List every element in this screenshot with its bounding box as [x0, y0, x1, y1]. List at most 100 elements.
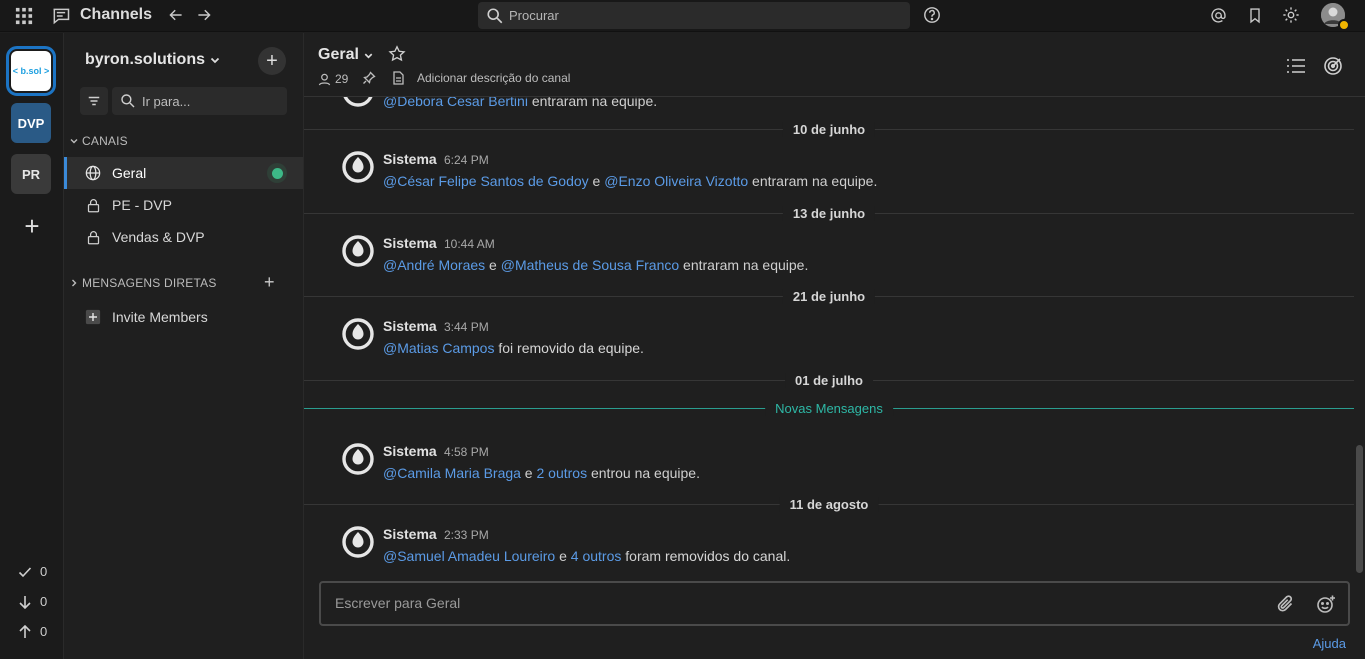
- post-author[interactable]: Sistema: [383, 318, 437, 334]
- feed-scrollbar[interactable]: [1356, 445, 1363, 573]
- post-time[interactable]: 3:44 PM: [444, 320, 489, 334]
- user-avatar[interactable]: [1321, 3, 1350, 31]
- team-name-menu[interactable]: byron.solutions: [85, 51, 221, 69]
- post[interactable]: Sistema 6:24 PM @César Felipe Santos de …: [342, 151, 1292, 211]
- chevron-right-icon: [72, 279, 77, 287]
- add-channel-button[interactable]: +: [258, 47, 286, 75]
- message-text: removidos do canal: [664, 548, 787, 564]
- emoji-icon[interactable]: [1316, 594, 1336, 614]
- search-input[interactable]: Procurar: [478, 2, 910, 29]
- filter-icon: [88, 96, 100, 106]
- date-separator: 11 de agosto: [304, 497, 1354, 512]
- post[interactable]: Sistema 2:33 PM @Samuel Amadeu Loureiro …: [342, 526, 1292, 577]
- favorite-star-icon[interactable]: [388, 45, 406, 63]
- user-mention[interactable]: @André Moraes: [383, 257, 485, 273]
- new-messages-separator: Novas Mensagens: [304, 401, 1354, 416]
- post-time[interactable]: 10:44 AM: [444, 237, 495, 251]
- direct-messages-section-header[interactable]: MENSAGENS DIRETAS: [70, 276, 217, 290]
- team-dvp[interactable]: DVP: [11, 103, 51, 143]
- settings-gear-icon[interactable]: [1281, 5, 1301, 25]
- focus-target-icon[interactable]: [1323, 56, 1343, 76]
- message-text: e: [588, 173, 605, 189]
- product-menu-grid-icon[interactable]: [14, 6, 34, 26]
- add-description-link[interactable]: Adicionar descrição do canal: [392, 71, 570, 85]
- invite-members-label: Invite Members: [112, 309, 208, 325]
- find-channel-input[interactable]: Ir para...: [112, 87, 287, 115]
- channel-name-menu[interactable]: Geral: [318, 46, 374, 64]
- done-counter[interactable]: 0: [18, 564, 58, 579]
- done-count: 0: [40, 564, 48, 579]
- channel-info-list-icon[interactable]: [1286, 57, 1306, 75]
- lock-icon: [84, 196, 102, 214]
- user-mention[interactable]: @Enzo Oliveira Vizotto: [604, 173, 748, 189]
- down-counter[interactable]: 0: [18, 594, 58, 609]
- message-text: foi: [494, 340, 518, 356]
- others-link[interactable]: 4 outros: [571, 548, 622, 564]
- post-time[interactable]: 2:33 PM: [444, 528, 489, 542]
- post-time[interactable]: 6:24 PM: [444, 153, 489, 167]
- sidebar-item-vendas-dvp[interactable]: Vendas & DVP: [64, 221, 303, 253]
- invite-members-item[interactable]: Invite Members: [64, 301, 303, 333]
- post-body: @Samuel Amadeu Loureiro e 4 outros foram…: [383, 548, 790, 564]
- direct-messages-section-label: MENSAGENS DIRETAS: [82, 276, 217, 290]
- pin-icon[interactable]: [362, 71, 376, 85]
- top-bar: Channels Procurar: [0, 0, 1365, 32]
- up-counter[interactable]: 0: [18, 624, 58, 639]
- globe-icon: [84, 164, 102, 182]
- team-pr[interactable]: PR: [11, 154, 51, 194]
- user-mention[interactable]: @Samuel Amadeu Loureiro: [383, 548, 555, 564]
- back-arrow-icon[interactable]: [166, 5, 186, 25]
- down-count: 0: [40, 594, 48, 609]
- channels-product-icon: [50, 5, 72, 27]
- user-mention[interactable]: @César Felipe Santos de Godoy: [383, 173, 589, 189]
- saved-bookmark-icon[interactable]: [1245, 5, 1265, 25]
- post-author[interactable]: Sistema: [383, 526, 437, 542]
- others-link[interactable]: 2 outros: [537, 465, 588, 481]
- post-body: @Matias Campos foi removido da equipe.: [383, 340, 644, 356]
- channel-view: Geral 29 Adicionar descrição do canal @D…: [304, 33, 1365, 659]
- add-direct-message-button[interactable]: +: [264, 273, 280, 291]
- channels-section-header[interactable]: CANAIS: [70, 134, 128, 148]
- post[interactable]: Sistema 4:58 PM @Camila Maria Braga e 2 …: [342, 443, 1292, 503]
- sidebar-item-pe-dvp[interactable]: PE - DVP: [64, 189, 303, 221]
- user-mention[interactable]: @Matias Campos: [383, 340, 494, 356]
- paperclip-icon[interactable]: [1276, 594, 1296, 614]
- filter-button[interactable]: [80, 87, 108, 115]
- add-description-label: Adicionar descrição do canal: [417, 71, 571, 85]
- message-input[interactable]: Escrever para Geral: [319, 581, 1350, 626]
- message-text: entraram na equipe.: [748, 173, 878, 189]
- post[interactable]: Sistema 3:44 PM @Matias Campos foi remov…: [342, 318, 1292, 378]
- post-body: @Camila Maria Braga e 2 outros entrou na…: [383, 465, 700, 481]
- product-title: Channels: [80, 6, 153, 23]
- user-mention[interactable]: @Debora Cesar Bertini: [383, 97, 528, 109]
- user-mention[interactable]: @Camila Maria Braga: [383, 465, 521, 481]
- forward-arrow-icon[interactable]: [194, 5, 214, 25]
- message-text: .: [786, 548, 791, 564]
- post-author[interactable]: Sistema: [383, 151, 437, 167]
- member-icon: [318, 73, 331, 85]
- help-link[interactable]: Ajuda: [1313, 636, 1346, 651]
- date-separator: 13 de junho: [304, 206, 1354, 221]
- post-body: @André Moraes e @Matheus de Sousa Franco…: [383, 257, 808, 273]
- system-logo-icon: [342, 97, 374, 107]
- post-author[interactable]: Sistema: [383, 443, 437, 459]
- member-count-button[interactable]: 29: [318, 72, 348, 86]
- team-byron-solutions[interactable]: < b.sol >: [6, 46, 56, 96]
- file-icon: [393, 71, 404, 85]
- mentions-at-icon[interactable]: [1208, 5, 1228, 25]
- post-author[interactable]: Sistema: [383, 235, 437, 251]
- sidebar-item-geral[interactable]: Geral: [64, 157, 303, 189]
- add-team-button[interactable]: +: [20, 213, 44, 239]
- message-text: entrou na equipe.: [587, 465, 700, 481]
- date-label: 01 de julho: [785, 373, 873, 388]
- check-icon: [18, 566, 32, 577]
- date-label: 21 de junho: [782, 289, 876, 304]
- post[interactable]: Sistema 10:44 AM @André Moraes e @Matheu…: [342, 235, 1292, 295]
- help-icon[interactable]: [922, 5, 942, 25]
- message-text: foram: [621, 548, 665, 564]
- arrow-up-icon: [19, 624, 31, 638]
- post-time[interactable]: 4:58 PM: [444, 445, 489, 459]
- user-mention[interactable]: @Matheus de Sousa Franco: [501, 257, 679, 273]
- team-sidebar: < b.sol > DVP PR + 0 0 0: [0, 33, 64, 659]
- system-logo-icon: [342, 318, 374, 350]
